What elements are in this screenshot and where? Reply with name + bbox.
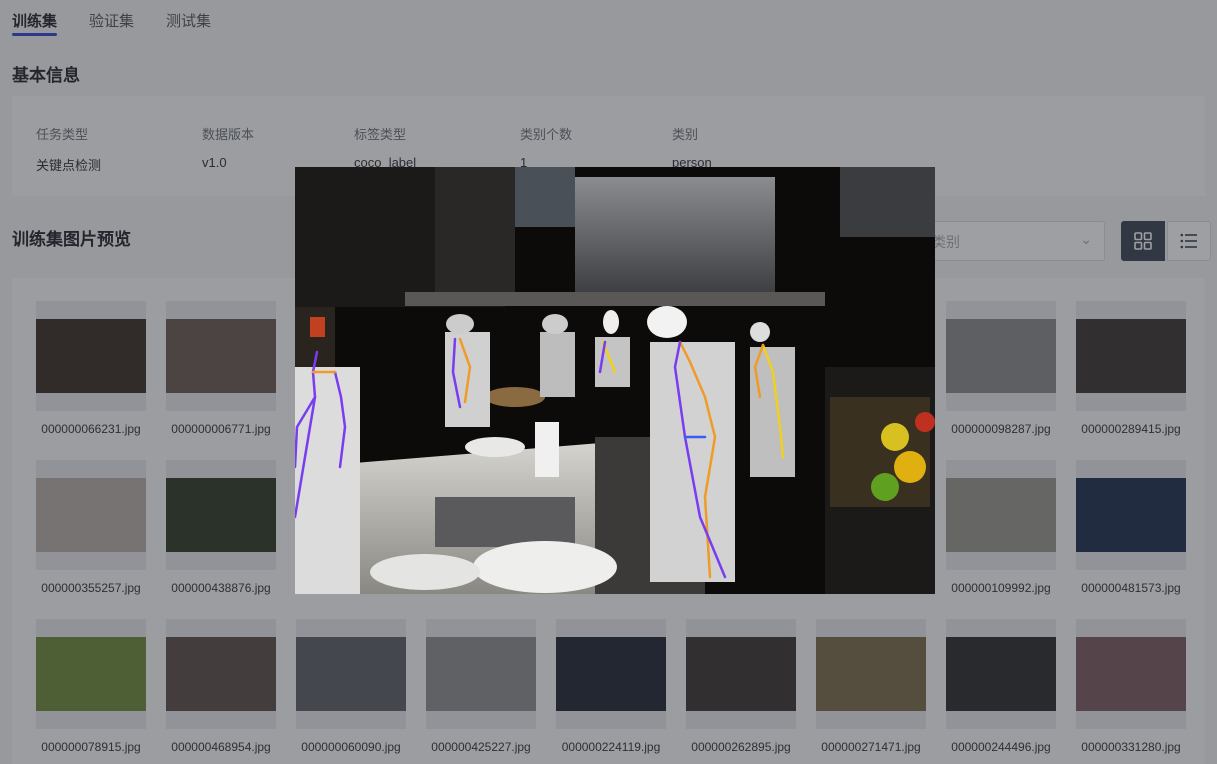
keypoint-preview-image xyxy=(295,167,935,594)
kitchen-photo xyxy=(295,167,935,594)
